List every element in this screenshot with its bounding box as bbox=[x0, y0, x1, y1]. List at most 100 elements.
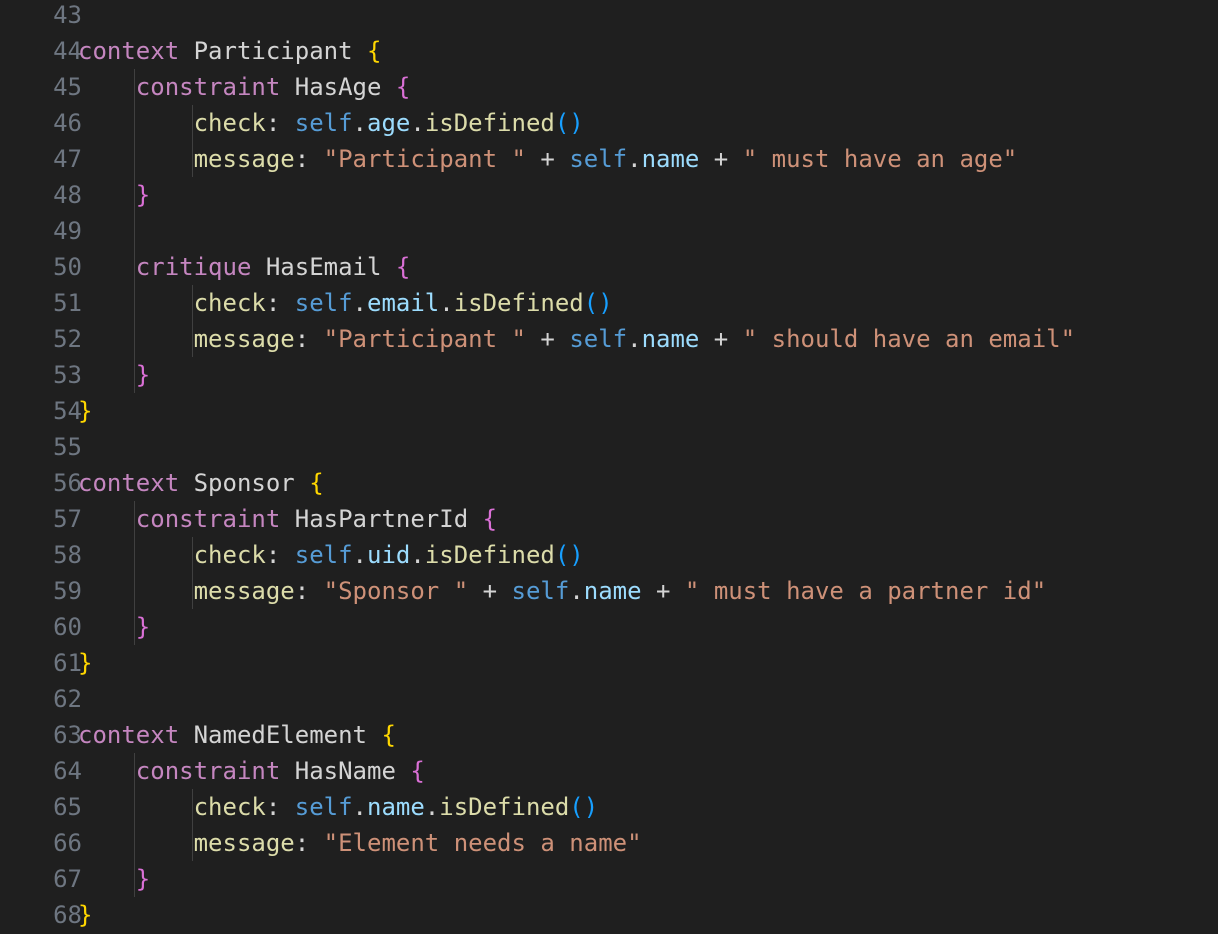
code-line[interactable]: 52 message: "Participant " + self.name +… bbox=[0, 321, 1218, 357]
code-token: isDefined bbox=[439, 793, 570, 821]
code-token: HasName bbox=[280, 757, 411, 785]
code-token: () bbox=[583, 289, 613, 317]
code-token: { bbox=[395, 253, 411, 281]
code-line[interactable]: 48 } bbox=[0, 177, 1218, 213]
code-line[interactable]: 53 } bbox=[0, 357, 1218, 393]
code-line[interactable]: 56 context Sponsor { bbox=[0, 465, 1218, 501]
code-token: context bbox=[78, 721, 180, 749]
code-text: message: "Participant " + self.name + " … bbox=[78, 321, 1075, 357]
code-token: context bbox=[78, 469, 180, 497]
code-text: context Sponsor { bbox=[78, 465, 324, 501]
code-line[interactable]: 49 bbox=[0, 213, 1218, 249]
code-token: HasPartnerId bbox=[280, 505, 483, 533]
code-token: constraint bbox=[135, 505, 281, 533]
line-number: 63 bbox=[53, 721, 82, 749]
code-text: } bbox=[78, 897, 92, 933]
code-token: constraint bbox=[135, 73, 281, 101]
line-number: 56 bbox=[53, 469, 82, 497]
code-token: + bbox=[525, 145, 570, 173]
code-token: . bbox=[410, 109, 425, 137]
code-line[interactable]: 61} bbox=[0, 645, 1218, 681]
code-text: check: self.email.isDefined() bbox=[78, 285, 613, 321]
code-line[interactable]: 66 message: "Element needs a name" bbox=[0, 825, 1218, 861]
code-line[interactable]: 50 critique HasEmail { bbox=[0, 249, 1218, 285]
code-token: self bbox=[569, 325, 628, 353]
code-text: } bbox=[78, 177, 150, 213]
code-token: "Sponsor " bbox=[323, 577, 469, 605]
code-line[interactable]: 46 check: self.age.isDefined() bbox=[0, 105, 1218, 141]
code-token: } bbox=[78, 649, 93, 677]
code-token: . bbox=[627, 325, 642, 353]
code-token: . bbox=[627, 145, 642, 173]
code-token: () bbox=[554, 541, 584, 569]
line-number: 59 bbox=[53, 577, 82, 605]
code-token: self bbox=[569, 145, 628, 173]
code-token: : bbox=[294, 145, 324, 173]
code-token: critique bbox=[135, 253, 252, 281]
code-text: check: self.uid.isDefined() bbox=[78, 537, 584, 573]
code-token: . bbox=[410, 541, 425, 569]
line-number: 66 bbox=[53, 829, 82, 857]
code-line[interactable]: 60 } bbox=[0, 609, 1218, 645]
code-text: message: "Element needs a name" bbox=[78, 825, 642, 861]
code-line[interactable]: 67 } bbox=[0, 861, 1218, 897]
code-token: " should have an email" bbox=[742, 325, 1076, 353]
code-token: self bbox=[511, 577, 570, 605]
code-text: context Participant { bbox=[78, 33, 381, 69]
code-line[interactable]: 65 check: self.name.isDefined() bbox=[0, 789, 1218, 825]
code-line[interactable]: 68} bbox=[0, 897, 1218, 933]
code-token: age bbox=[367, 109, 411, 137]
line-number: 51 bbox=[53, 289, 82, 317]
code-line[interactable]: 58 check: self.uid.isDefined() bbox=[0, 537, 1218, 573]
line-number: 49 bbox=[53, 217, 82, 245]
line-number: 60 bbox=[53, 613, 82, 641]
code-token: "Participant " bbox=[323, 325, 526, 353]
code-token: name bbox=[641, 325, 700, 353]
code-token: " must have a partner id" bbox=[684, 577, 1047, 605]
code-line[interactable]: 62 bbox=[0, 681, 1218, 717]
code-line[interactable]: 51 check: self.email.isDefined() bbox=[0, 285, 1218, 321]
code-line[interactable]: 47 message: "Participant " + self.name +… bbox=[0, 141, 1218, 177]
code-text: } bbox=[78, 393, 92, 429]
code-token: "Participant " bbox=[323, 145, 526, 173]
code-token: } bbox=[135, 361, 151, 389]
code-token: message bbox=[193, 145, 295, 173]
code-token: + bbox=[699, 325, 743, 353]
code-text: constraint HasAge { bbox=[78, 69, 411, 105]
code-line[interactable]: 55 bbox=[0, 429, 1218, 465]
code-token: check bbox=[193, 793, 266, 821]
code-line[interactable]: 43 bbox=[0, 0, 1218, 33]
code-line[interactable]: 57 constraint HasPartnerId { bbox=[0, 501, 1218, 537]
line-number: 61 bbox=[53, 649, 82, 677]
code-token: context bbox=[78, 37, 180, 65]
line-number: 68 bbox=[53, 901, 82, 929]
code-token: { bbox=[381, 721, 396, 749]
code-token: self bbox=[294, 109, 353, 137]
code-token: constraint bbox=[135, 757, 281, 785]
code-line[interactable]: 64 constraint HasName { bbox=[0, 753, 1218, 789]
code-token: { bbox=[309, 469, 324, 497]
line-number: 62 bbox=[53, 685, 82, 713]
code-text: } bbox=[78, 609, 150, 645]
code-token: uid bbox=[367, 541, 411, 569]
code-line[interactable]: 44 context Participant { bbox=[0, 33, 1218, 69]
code-token: : bbox=[294, 829, 324, 857]
code-editor[interactable]: 43 44 context Participant {45 constraint H… bbox=[0, 0, 1218, 934]
code-line[interactable]: 45 constraint HasAge { bbox=[0, 69, 1218, 105]
code-line[interactable]: 63 context NamedElement { bbox=[0, 717, 1218, 753]
code-line[interactable]: 54} bbox=[0, 393, 1218, 429]
code-line[interactable]: 59 message: "Sponsor " + self.name + " m… bbox=[0, 573, 1218, 609]
code-token: name bbox=[367, 793, 425, 821]
code-token: check bbox=[193, 541, 266, 569]
code-token: + bbox=[699, 145, 743, 173]
code-token: . bbox=[352, 541, 367, 569]
code-token: message bbox=[193, 577, 295, 605]
code-token: } bbox=[78, 901, 93, 929]
